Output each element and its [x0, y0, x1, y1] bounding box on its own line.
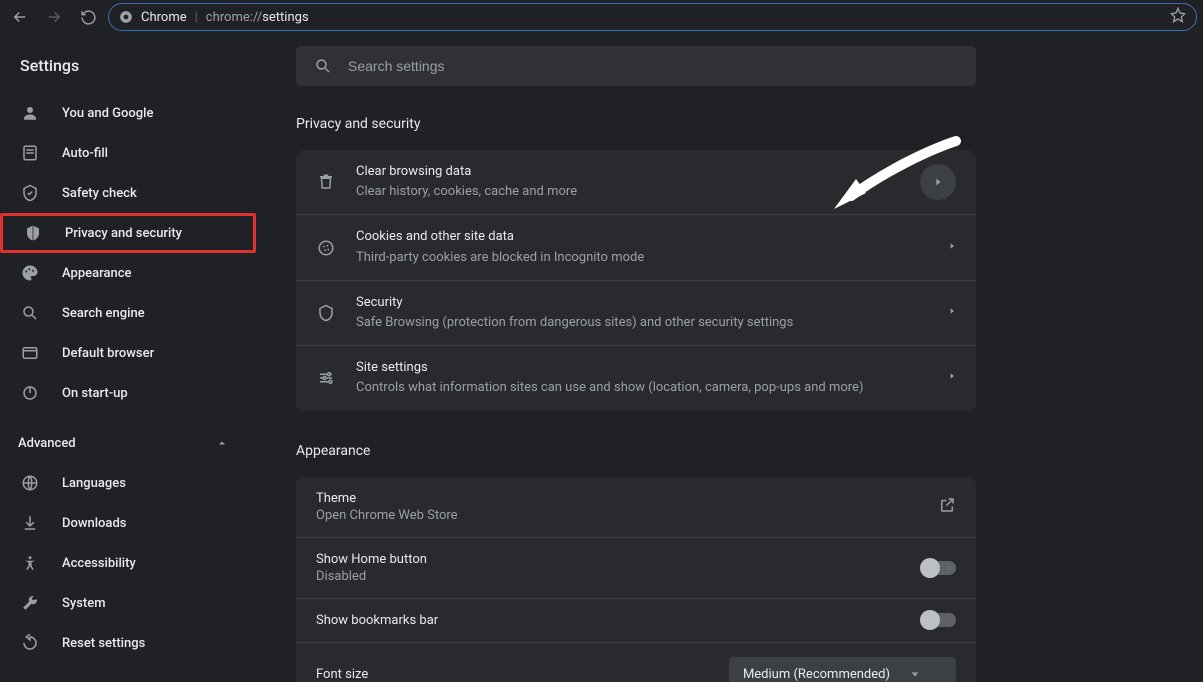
- sidebar-label: Reset settings: [62, 636, 145, 651]
- settings-sidebar: Settings You and Google Auto-fill Safety…: [0, 34, 256, 682]
- sidebar-label: You and Google: [62, 106, 153, 121]
- accessibility-icon: [20, 553, 40, 573]
- row-title: Show Home button: [316, 552, 427, 567]
- appearance-section-title: Appearance: [296, 443, 1163, 459]
- sidebar-label: Safety check: [62, 186, 137, 201]
- chevron-up-icon: [216, 437, 228, 449]
- browser-icon: [20, 343, 40, 363]
- chevron-right-icon: [948, 240, 956, 256]
- row-cookies[interactable]: Cookies and other site data Third-party …: [296, 215, 976, 280]
- row-title: Show bookmarks bar: [316, 613, 438, 628]
- palette-icon: [20, 263, 40, 283]
- reload-button[interactable]: [74, 3, 102, 31]
- sidebar-item-appearance[interactable]: Appearance: [0, 253, 256, 293]
- settings-main: Privacy and security Clear browsing data…: [256, 34, 1203, 682]
- globe-icon: [20, 473, 40, 493]
- download-icon: [20, 513, 40, 533]
- row-title: Theme: [316, 491, 458, 506]
- row-clear-browsing-data[interactable]: Clear browsing data Clear history, cooki…: [296, 150, 976, 215]
- row-security[interactable]: Security Safe Browsing (protection from …: [296, 281, 976, 346]
- trash-icon: [316, 172, 336, 192]
- safety-icon: [20, 183, 40, 203]
- sidebar-item-languages[interactable]: Languages: [0, 463, 256, 503]
- chevron-right-icon: [920, 164, 956, 200]
- bookmarks-bar-toggle[interactable]: [922, 613, 956, 627]
- chevron-down-icon: [910, 669, 920, 679]
- bookmark-star-icon[interactable]: [1170, 7, 1186, 27]
- external-link-icon: [938, 496, 956, 518]
- row-title: Security: [356, 294, 928, 312]
- autofill-icon: [20, 143, 40, 163]
- row-title: Clear browsing data: [356, 163, 900, 181]
- row-sub: Disabled: [316, 569, 427, 584]
- search-settings-wrap[interactable]: [296, 46, 976, 86]
- search-icon: [20, 303, 40, 323]
- address-bar[interactable]: Chrome | chrome://settings: [108, 3, 1197, 31]
- row-sub: Third-party cookies are blocked in Incog…: [356, 249, 928, 267]
- wrench-icon: [20, 593, 40, 613]
- row-home-button: Show Home button Disabled: [296, 538, 976, 599]
- sidebar-label: Auto-fill: [62, 146, 108, 161]
- appearance-card-group: Theme Open Chrome Web Store Show Home bu…: [296, 477, 976, 682]
- browser-toolbar: Chrome | chrome://settings: [0, 0, 1203, 34]
- sidebar-label: Downloads: [62, 516, 126, 531]
- sidebar-item-search-engine[interactable]: Search engine: [0, 293, 256, 333]
- settings-title: Settings: [0, 48, 256, 93]
- sidebar-item-system[interactable]: System: [0, 583, 256, 623]
- row-title: Site settings: [356, 359, 928, 377]
- forward-button[interactable]: [40, 3, 68, 31]
- tune-icon: [316, 368, 336, 388]
- row-sub: Safe Browsing (protection from dangerous…: [356, 314, 928, 332]
- row-bookmarks-bar: Show bookmarks bar: [296, 599, 976, 643]
- sidebar-label: Accessibility: [62, 556, 136, 571]
- cookie-icon: [316, 238, 336, 258]
- privacy-section-title: Privacy and security: [296, 116, 1163, 132]
- sidebar-label: Default browser: [62, 346, 154, 361]
- shield-icon: [23, 223, 43, 243]
- sidebar-item-on-startup[interactable]: On start-up: [0, 373, 256, 413]
- chevron-right-icon: [948, 305, 956, 321]
- sidebar-label: System: [62, 596, 106, 611]
- person-icon: [20, 103, 40, 123]
- home-button-toggle[interactable]: [922, 561, 956, 575]
- row-site-settings[interactable]: Site settings Controls what information …: [296, 346, 976, 410]
- row-sub: Open Chrome Web Store: [316, 508, 458, 523]
- chevron-right-icon: [948, 370, 956, 386]
- reset-icon: [20, 633, 40, 653]
- row-sub: Controls what information sites can use …: [356, 379, 928, 397]
- sidebar-item-you-and-google[interactable]: You and Google: [0, 93, 256, 133]
- chrome-icon: [119, 10, 133, 24]
- power-icon: [20, 383, 40, 403]
- sidebar-label: On start-up: [62, 386, 128, 401]
- row-theme[interactable]: Theme Open Chrome Web Store: [296, 477, 976, 538]
- row-title: Font size: [316, 667, 368, 682]
- select-value: Medium (Recommended): [743, 667, 890, 682]
- sidebar-section-advanced[interactable]: Advanced: [0, 423, 256, 463]
- sidebar-item-accessibility[interactable]: Accessibility: [0, 543, 256, 583]
- sidebar-label: Languages: [62, 476, 126, 491]
- sidebar-label: Search engine: [62, 306, 145, 321]
- shield-icon: [316, 303, 336, 323]
- row-font-size: Font size Medium (Recommended): [296, 643, 976, 682]
- sidebar-item-privacy-security[interactable]: Privacy and security: [0, 213, 256, 253]
- row-sub: Clear history, cookies, cache and more: [356, 183, 900, 201]
- search-icon: [314, 57, 332, 75]
- sidebar-label: Privacy and security: [65, 226, 182, 241]
- sidebar-item-reset-settings[interactable]: Reset settings: [0, 623, 256, 663]
- sidebar-label: Appearance: [62, 266, 131, 281]
- row-title: Cookies and other site data: [356, 228, 928, 246]
- advanced-label: Advanced: [18, 436, 76, 451]
- chrome-label: Chrome: [141, 10, 187, 25]
- sidebar-item-autofill[interactable]: Auto-fill: [0, 133, 256, 173]
- sidebar-item-downloads[interactable]: Downloads: [0, 503, 256, 543]
- back-button[interactable]: [6, 3, 34, 31]
- sidebar-item-safety-check[interactable]: Safety check: [0, 173, 256, 213]
- search-settings-input[interactable]: [348, 58, 958, 74]
- privacy-card-group: Clear browsing data Clear history, cooki…: [296, 150, 976, 411]
- sidebar-item-default-browser[interactable]: Default browser: [0, 333, 256, 373]
- font-size-select[interactable]: Medium (Recommended): [729, 657, 956, 682]
